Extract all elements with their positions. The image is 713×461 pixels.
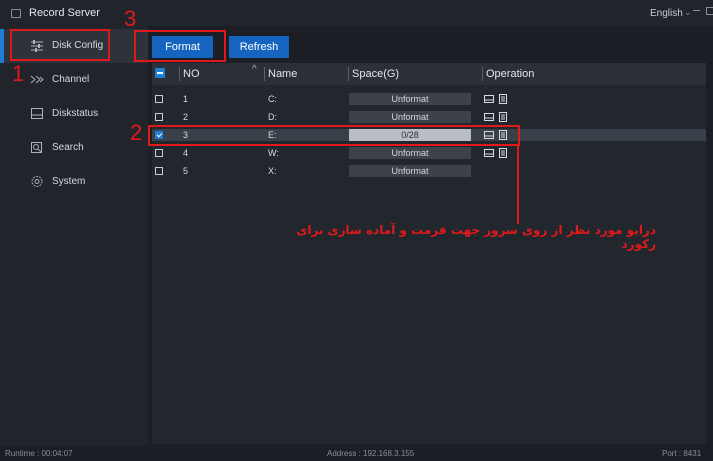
row-name: C: xyxy=(268,94,277,104)
row-no: 1 xyxy=(183,94,189,104)
space-bar: Unformat xyxy=(349,165,471,177)
list-icon[interactable] xyxy=(498,112,508,122)
space-bar: Unformat xyxy=(349,93,471,105)
annotation-pointer xyxy=(517,146,519,224)
sidebar-item-label: Search xyxy=(52,142,84,153)
sidebar-item-label: System xyxy=(52,176,86,187)
column-separator xyxy=(179,67,180,81)
marker-2: 2 xyxy=(130,120,143,145)
disk-format-icon[interactable] xyxy=(484,94,494,104)
sort-up-icon[interactable]: ^ xyxy=(252,64,257,75)
row-checkbox[interactable] xyxy=(155,167,163,175)
row-no: 5 xyxy=(183,166,189,176)
table-row[interactable]: 1 C: Unformat xyxy=(152,93,706,105)
table-header: NO Name Space(G) Operation xyxy=(152,63,706,85)
refresh-button[interactable]: Refresh xyxy=(229,36,289,58)
chevron-down-icon[interactable]: ⌄ xyxy=(684,7,692,18)
disk-format-icon[interactable] xyxy=(484,112,494,122)
highlight-box-selected-row xyxy=(148,125,520,146)
search-icon xyxy=(30,141,44,154)
row-no: 2 xyxy=(183,112,189,122)
column-header-no[interactable]: NO xyxy=(183,68,200,80)
gear-icon xyxy=(30,175,44,188)
column-separator xyxy=(348,67,349,81)
list-icon[interactable] xyxy=(498,148,508,158)
title-bar: Record Server English ⌄ xyxy=(0,0,713,26)
column-separator xyxy=(264,67,265,81)
channel-icon xyxy=(30,73,44,86)
app-title: Record Server xyxy=(29,7,100,19)
table-row[interactable]: 5 X: Unformat xyxy=(152,165,706,177)
sidebar-item-label: Diskstatus xyxy=(52,108,99,119)
sidebar-item-search[interactable]: Search xyxy=(0,131,148,165)
space-bar: Unformat xyxy=(349,147,471,159)
highlight-box-format xyxy=(134,30,226,62)
minimize-button[interactable] xyxy=(693,10,700,11)
sidebar: Disk Config Channel Diskstatus Search Sy… xyxy=(0,26,148,446)
column-header-name[interactable]: Name xyxy=(268,68,297,80)
active-indicator xyxy=(0,29,4,63)
row-checkbox[interactable] xyxy=(155,113,163,121)
column-separator xyxy=(482,67,483,81)
runtime-text: Runtime : 00:04:07 xyxy=(5,449,73,458)
maximize-button[interactable] xyxy=(706,7,713,15)
sidebar-item-system[interactable]: System xyxy=(0,165,148,199)
app-icon xyxy=(11,9,21,18)
table-row[interactable]: 4 W: Unformat xyxy=(152,147,706,159)
disk-format-icon[interactable] xyxy=(484,148,494,158)
row-name: X: xyxy=(268,166,277,176)
row-name: D: xyxy=(268,112,277,122)
address-text: Address : 192.168.3.155 xyxy=(327,449,415,458)
disk-icon xyxy=(30,107,44,120)
highlight-box-disk-config xyxy=(10,29,110,61)
select-all-checkbox[interactable] xyxy=(155,68,165,78)
annotation-note: درایو مورد نظر از روی سرور جهت فرمت و آم… xyxy=(296,223,656,251)
column-header-space[interactable]: Space(G) xyxy=(352,68,399,80)
marker-3: 3 xyxy=(124,6,137,31)
port-text: Port : 8431 xyxy=(662,449,702,458)
table-row[interactable]: 2 D: Unformat xyxy=(152,111,706,123)
status-bar: Runtime : 00:04:07 Address : 192.168.3.1… xyxy=(0,446,713,461)
list-icon[interactable] xyxy=(498,94,508,104)
row-checkbox[interactable] xyxy=(155,95,163,103)
row-name: W: xyxy=(268,148,279,158)
row-no: 4 xyxy=(183,148,189,158)
marker-1: 1 xyxy=(12,61,25,86)
row-checkbox[interactable] xyxy=(155,149,163,157)
sidebar-item-label: Channel xyxy=(52,74,90,85)
sidebar-item-diskstatus[interactable]: Diskstatus xyxy=(0,97,148,131)
language-selector[interactable]: English xyxy=(650,8,683,19)
column-header-operation[interactable]: Operation xyxy=(486,68,534,80)
space-bar: Unformat xyxy=(349,111,471,123)
